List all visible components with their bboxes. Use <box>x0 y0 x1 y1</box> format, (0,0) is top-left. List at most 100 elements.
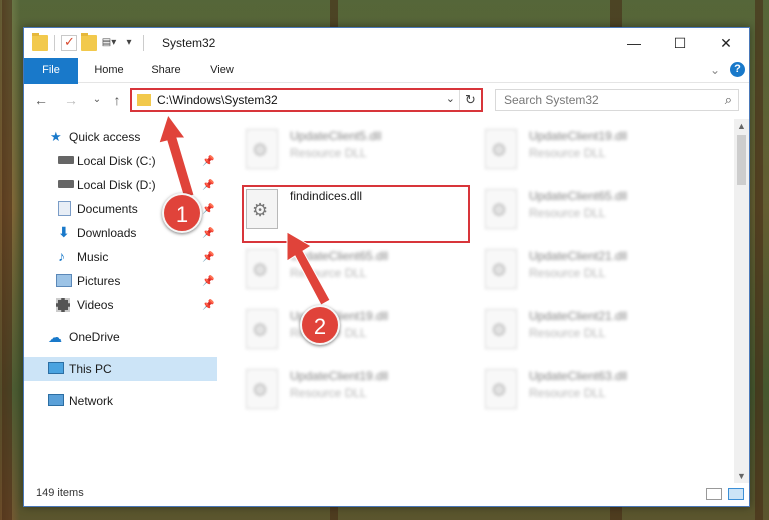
sidebar-item-this-pc[interactable]: This PC <box>24 357 217 381</box>
file-name: UpdateClient19.dll <box>529 129 628 143</box>
close-button[interactable]: ✕ <box>703 28 749 58</box>
expand-ribbon-icon[interactable]: ⌄ <box>710 63 720 77</box>
search-box[interactable]: ⌕ <box>495 89 739 111</box>
file-item[interactable]: UpdateClient5.dll Resource DLL <box>242 125 467 177</box>
file-item[interactable]: UpdateClient63.dll Resource DLL <box>481 365 706 417</box>
dll-file-icon <box>485 249 517 289</box>
file-item[interactable]: UpdateClient65.dll Resource DLL <box>242 245 467 297</box>
large-icons-view-icon[interactable] <box>728 488 744 500</box>
window-title: System32 <box>162 36 216 50</box>
folder-icon <box>137 94 151 106</box>
file-type: Resource DLL <box>529 326 606 340</box>
pin-icon[interactable]: 📌 <box>202 156 214 167</box>
dll-file-icon <box>246 249 278 289</box>
sidebar-item-local-disk-c[interactable]: Local Disk (C:) 📌 <box>24 149 217 173</box>
computer-icon <box>48 362 64 374</box>
file-name: UpdateClient19.dll <box>290 369 389 383</box>
sidebar-item-network[interactable]: Network <box>24 389 217 413</box>
back-button[interactable]: ← <box>32 91 50 109</box>
sidebar-item-videos[interactable]: Videos 📌 <box>24 293 217 317</box>
maximize-button[interactable]: ☐ <box>657 28 703 58</box>
sidebar-item-label: Network <box>69 394 114 408</box>
title-bar: ▤▾ ▾ System32 — ☐ ✕ <box>24 28 749 58</box>
sidebar-item-label: Quick access <box>69 130 141 144</box>
sidebar-item-label: Music <box>77 250 109 264</box>
address-dropdown-icon[interactable]: ⌄ <box>446 92 455 105</box>
tab-home[interactable]: Home <box>88 58 130 83</box>
dll-file-icon <box>485 129 517 169</box>
scroll-up-icon[interactable]: ▲ <box>734 119 749 133</box>
documents-icon <box>58 201 71 216</box>
sidebar-item-label: Local Disk (D:) <box>77 178 156 192</box>
dll-file-icon <box>485 369 517 409</box>
navigation-pane: ★ Quick access Local Disk (C:) 📌 Local D… <box>24 119 217 479</box>
pin-icon[interactable]: 📌 <box>202 252 214 263</box>
dll-file-icon <box>485 309 517 349</box>
refresh-button[interactable]: ↻ <box>459 90 481 110</box>
properties-icon[interactable] <box>61 34 77 51</box>
music-icon: ♪ <box>58 248 65 264</box>
file-item-findindices[interactable]: findindices.dll <box>242 185 467 237</box>
file-item[interactable]: UpdateClient19.dll Resource DLL <box>242 305 467 357</box>
star-icon: ★ <box>50 129 62 144</box>
quick-access-toolbar: ▤▾ ▾ <box>32 33 146 51</box>
ribbon: File Home Share View ⌄ ? <box>24 58 749 110</box>
forward-button[interactable]: → <box>62 91 80 109</box>
dll-file-icon <box>246 369 278 409</box>
sidebar-item-label: This PC <box>69 362 112 376</box>
drive-icon <box>58 156 74 164</box>
sidebar-item-label: Downloads <box>77 226 137 240</box>
sidebar-item-label: Videos <box>77 298 114 312</box>
file-name: findindices.dll <box>290 189 363 203</box>
minimize-button[interactable]: — <box>611 28 657 58</box>
new-folder-icon[interactable] <box>81 33 97 51</box>
file-type: Resource DLL <box>529 386 606 400</box>
pin-icon[interactable]: 📌 <box>202 300 214 311</box>
customize-toolbar-icon[interactable]: ▤▾ <box>101 35 117 51</box>
dll-file-icon <box>246 309 278 349</box>
file-name: UpdateClient63.dll <box>529 369 628 383</box>
dll-file-icon <box>485 189 517 229</box>
toolbar-dropdown-icon[interactable]: ▾ <box>121 35 137 51</box>
sidebar-item-quick-access[interactable]: ★ Quick access <box>24 125 217 149</box>
sidebar-item-music[interactable]: ♪ Music 📌 <box>24 245 217 269</box>
search-input[interactable] <box>504 93 704 107</box>
file-name: UpdateClient65.dll <box>529 189 628 203</box>
search-icon[interactable]: ⌕ <box>725 92 732 108</box>
folder-icon <box>32 33 48 51</box>
file-list: UpdateClient5.dll Resource DLL UpdateCli… <box>224 119 734 483</box>
scroll-down-icon[interactable]: ▼ <box>734 469 749 483</box>
file-type: Resource DLL <box>290 266 367 280</box>
tab-share[interactable]: Share <box>144 58 188 83</box>
file-type: Resource DLL <box>290 146 367 160</box>
file-item[interactable]: UpdateClient19.dll Resource DLL <box>481 125 706 177</box>
file-item[interactable]: UpdateClient21.dll Resource DLL <box>481 245 706 297</box>
sidebar-item-label: Documents <box>77 202 138 216</box>
sidebar-item-onedrive[interactable]: ☁ OneDrive <box>24 325 217 349</box>
sidebar-item-label: Local Disk (C:) <box>77 154 156 168</box>
dll-file-icon <box>246 189 278 229</box>
address-path[interactable]: C:\Windows\System32 <box>157 93 278 107</box>
file-name: UpdateClient21.dll <box>529 249 628 263</box>
dll-file-icon <box>246 129 278 169</box>
help-icon[interactable]: ? <box>730 62 745 77</box>
pin-icon[interactable]: 📌 <box>202 204 214 215</box>
file-item[interactable]: UpdateClient65.dll Resource DLL <box>481 185 706 237</box>
explorer-window: ▤▾ ▾ System32 — ☐ ✕ File Home Share View… <box>23 27 750 507</box>
details-view-icon[interactable] <box>706 488 722 500</box>
sidebar-item-pictures[interactable]: Pictures 📌 <box>24 269 217 293</box>
recent-locations-button[interactable]: ⌄ <box>88 91 106 109</box>
pictures-icon <box>56 274 72 287</box>
file-name: UpdateClient21.dll <box>529 309 628 323</box>
vertical-scrollbar[interactable]: ▲ ▼ <box>734 119 749 483</box>
pin-icon[interactable]: 📌 <box>202 228 214 239</box>
pin-icon[interactable]: 📌 <box>202 180 214 191</box>
up-button[interactable]: ↑ <box>108 91 126 109</box>
status-bar: 149 items <box>24 483 749 506</box>
file-item[interactable]: UpdateClient19.dll Resource DLL <box>242 365 467 417</box>
address-bar[interactable]: C:\Windows\System32 ⌄ ↻ <box>130 88 483 112</box>
file-item[interactable]: UpdateClient21.dll Resource DLL <box>481 305 706 357</box>
pin-icon[interactable]: 📌 <box>202 276 214 287</box>
tab-view[interactable]: View <box>202 58 242 83</box>
scroll-thumb[interactable] <box>737 135 746 185</box>
